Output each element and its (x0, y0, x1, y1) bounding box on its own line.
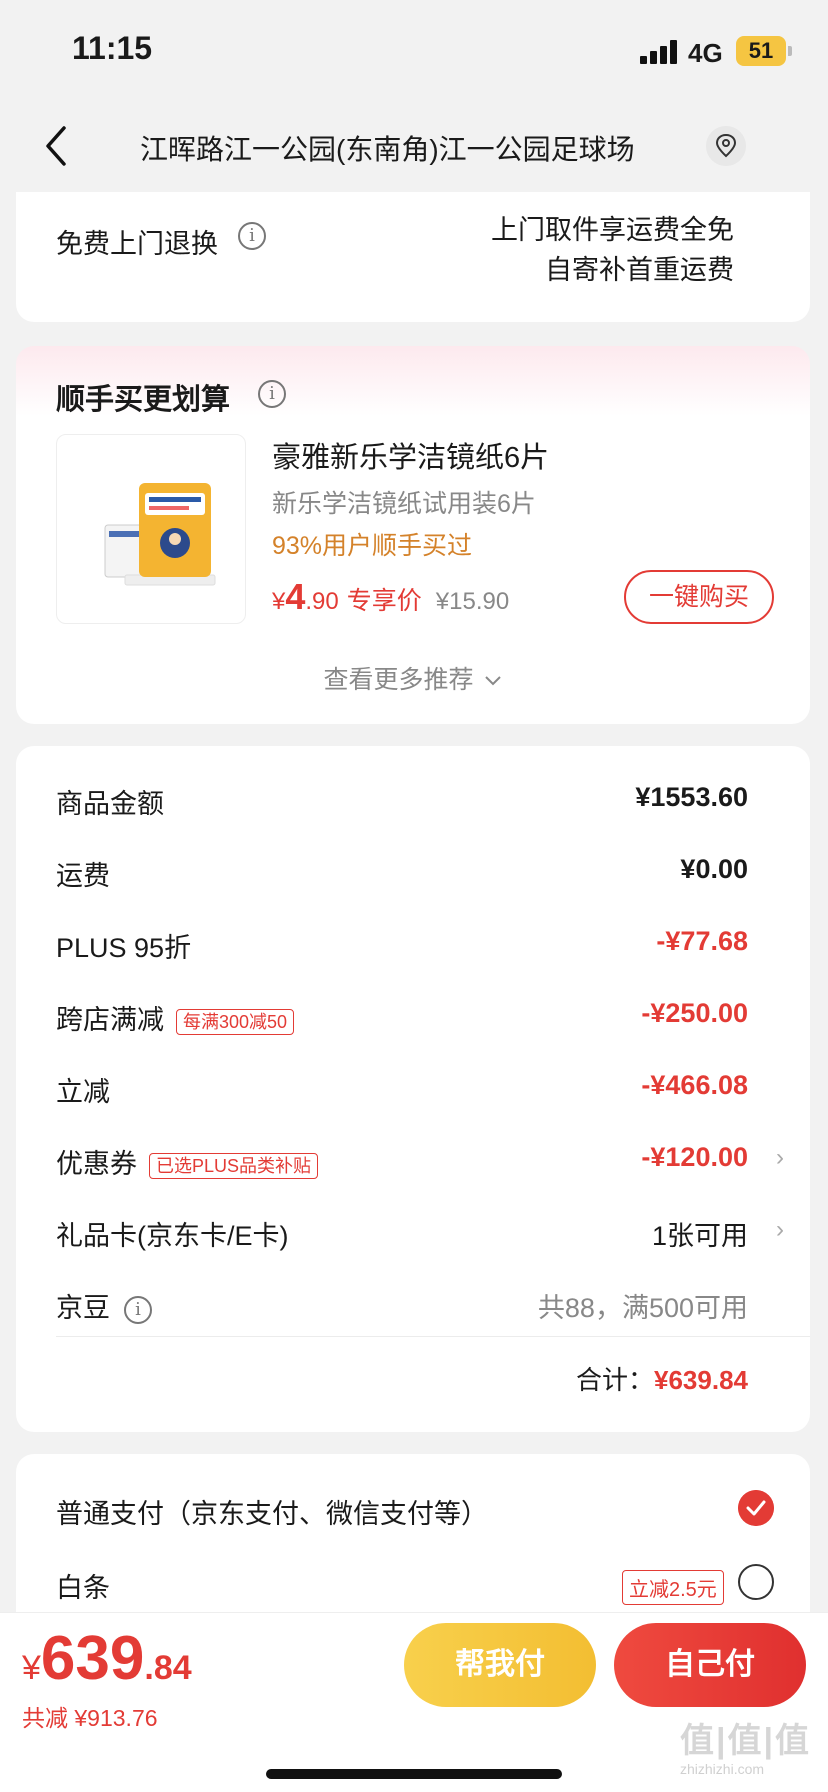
more-recommend-link[interactable]: 查看更多推荐 (16, 660, 810, 696)
summary-value: -¥77.68 (656, 926, 748, 956)
summary-value: 共88，满500可用 (537, 1293, 748, 1323)
divider (56, 1336, 810, 1337)
signal-icon (640, 40, 677, 64)
battery-icon: 51 (736, 36, 786, 66)
total-label: 合计： (576, 1365, 655, 1395)
return-label: 免费上门退换 (56, 229, 218, 259)
watermark-logo: 值|值|值 (680, 1722, 812, 1760)
price-integer: 639 (40, 1624, 145, 1693)
summary-label-with-badge: 优惠券 已选PLUS品类补贴 (56, 1142, 319, 1181)
original-price: ¥15.90 (435, 588, 510, 615)
chevron-right-icon: › (776, 1144, 784, 1171)
summary-value: ¥0.00 (680, 854, 748, 884)
info-icon[interactable]: i (238, 222, 266, 250)
battery-tip (788, 46, 792, 56)
summary-value: -¥250.00 (641, 998, 748, 1028)
summary-row-plus: PLUS 95折 -¥77.68 (56, 926, 770, 966)
return-detail: 上门取件享运费全免 自寄补首重运费 (491, 210, 734, 290)
promo-badge: 每满300减50 (176, 1008, 295, 1035)
summary-row-coupon[interactable]: 优惠券 已选PLUS品类补贴 -¥120.00 › (56, 1142, 784, 1182)
price-summary-card: 商品金额 ¥1553.60 运费 ¥0.00 PLUS 95折 -¥77.68 … (16, 746, 810, 1432)
product-price: ¥4.90 专享价 ¥15.90 (272, 576, 509, 618)
product-name[interactable]: 豪雅新乐学洁镜纸6片 (272, 434, 549, 476)
price-tag: 专享价 (346, 587, 422, 615)
summary-total: 合计：¥639.84 (576, 1360, 748, 1397)
bottom-checkout-bar: ¥639.84 共减 ¥913.76 帮我付 自己付 值|值|值 zhizhiz… (0, 1612, 828, 1792)
summary-label-with-info: 京豆 i (56, 1286, 152, 1325)
summary-row-cross-store: 跨店满减 每满300减50 -¥250.00 (56, 998, 770, 1038)
location-pin-icon[interactable] (706, 126, 746, 166)
return-detail-line1: 上门取件享运费全免 (491, 215, 734, 245)
total-saved: 共减 ¥913.76 (22, 1705, 158, 1731)
pay-myself-button[interactable]: 自己付 (614, 1623, 806, 1707)
status-time: 11:15 (72, 30, 153, 66)
lens-wipe-package-image (104, 483, 216, 586)
recommend-card: 顺手买更划算 i 豪雅新乐学洁镜纸6片 新乐学洁镜纸试用装6片 93%用户顺手买… (16, 346, 810, 724)
product-image[interactable] (56, 434, 246, 624)
baitiao-discount-badge: 立减2.5元 (622, 1570, 724, 1605)
back-arrow-icon[interactable] (40, 122, 74, 170)
home-indicator[interactable] (266, 1769, 562, 1779)
summary-label: 京豆 (56, 1293, 110, 1323)
network-type: 4G (688, 38, 723, 68)
return-service-card: 免费上门退换 i 上门取件享运费全免 自寄补首重运费 (16, 192, 810, 322)
summary-value: 1张可用 (651, 1221, 748, 1251)
more-recommend-label: 查看更多推荐 (323, 666, 474, 694)
info-icon[interactable]: i (124, 1295, 152, 1324)
coupon-badge: 已选PLUS品类补贴 (149, 1152, 319, 1179)
summary-label: 立减 (56, 1077, 110, 1107)
summary-row-jd-beans: 京豆 i 共88，满500可用 (56, 1286, 770, 1326)
product-subtitle: 新乐学洁镜纸试用装6片 (272, 490, 536, 518)
summary-row-instant-discount: 立减 -¥466.08 (56, 1070, 770, 1110)
price-integer: 4 (285, 576, 306, 617)
summary-label: 运费 (56, 861, 110, 891)
summary-value: -¥466.08 (641, 1070, 748, 1100)
summary-label: 商品金额 (56, 789, 164, 819)
info-icon[interactable]: i (258, 380, 286, 408)
payment-option-normal[interactable]: 普通支付（京东支付、微信支付等） (56, 1492, 488, 1531)
chevron-down-icon (485, 676, 502, 686)
price-decimal: .84 (144, 1649, 192, 1687)
summary-label: PLUS 95折 (56, 933, 192, 963)
product-bought-rate: 93%用户顺手买过 (272, 532, 473, 560)
watermark-url: zhizhizhi.com (680, 1761, 765, 1777)
summary-label: 优惠券 (56, 1149, 137, 1179)
summary-label: 礼品卡(京东卡/E卡) (56, 1221, 289, 1251)
final-price: ¥639.84 (22, 1623, 192, 1694)
payment-option-baitiao[interactable]: 白条 (56, 1566, 110, 1605)
total-value: ¥639.84 (654, 1365, 748, 1395)
chevron-right-icon: › (776, 1216, 784, 1243)
summary-row-goods: 商品金额 ¥1553.60 (56, 782, 770, 822)
summary-value: ¥1553.60 (635, 782, 748, 812)
checked-icon[interactable] (738, 1490, 774, 1526)
one-click-buy-button[interactable]: 一键购买 (624, 570, 774, 624)
summary-value: -¥120.00 (641, 1142, 748, 1172)
price-symbol: ¥ (22, 1649, 41, 1687)
status-bar: 11:15 4G 51 (0, 0, 828, 100)
price-symbol: ¥ (272, 588, 286, 615)
address-title[interactable]: 江晖路江一公园(东南角)江一公园足球场 (140, 128, 700, 168)
price-decimal: .90 (305, 588, 339, 615)
radio-unchecked-icon[interactable] (738, 1564, 774, 1600)
help-me-pay-button[interactable]: 帮我付 (404, 1623, 596, 1707)
recommend-title: 顺手买更划算 (56, 384, 231, 416)
return-detail-line2: 自寄补首重运费 (545, 255, 734, 285)
summary-label-with-badge: 跨店满减 每满300减50 (56, 998, 295, 1037)
header: 江晖路江一公园(东南角)江一公园足球场 (0, 100, 828, 192)
summary-label: 跨店满减 (56, 1005, 164, 1035)
summary-row-shipping: 运费 ¥0.00 (56, 854, 770, 894)
summary-row-gift-card[interactable]: 礼品卡(京东卡/E卡) 1张可用 › (56, 1214, 784, 1254)
